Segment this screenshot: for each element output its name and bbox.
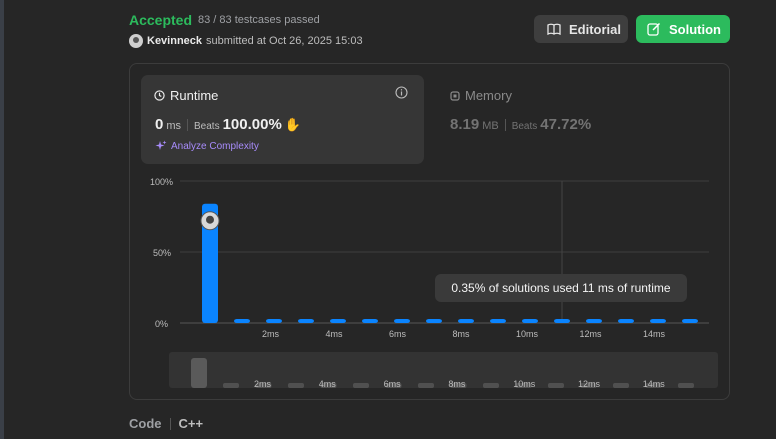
code-row: Code C++ <box>129 416 203 431</box>
scrubber-tick-label: 12ms <box>578 379 601 389</box>
divider <box>504 118 506 131</box>
x-tick-label: 8ms <box>452 329 470 339</box>
left-panel-edge <box>0 0 4 439</box>
memory-beats-value: 47.72% <box>540 116 592 133</box>
x-tick-label: 2ms <box>262 329 280 339</box>
runtime-value: 0 <box>155 116 164 133</box>
runtime-metric: 0 ms Beats 100.00% ✋ <box>155 116 301 133</box>
y-tick-label-50: 50% <box>153 248 172 258</box>
memory-beats-label: Beats <box>511 121 538 132</box>
divider <box>169 417 171 430</box>
analyze-complexity-link[interactable]: Analyze Complexity <box>155 140 259 152</box>
code-label: Code <box>129 416 162 431</box>
submission-status: Accepted <box>129 12 193 28</box>
submitted-at: submitted at Oct 26, 2025 15:03 <box>206 35 363 47</box>
sparkle-icon <box>155 140 167 150</box>
memory-chip-icon <box>450 90 460 101</box>
solution-label: Solution <box>669 21 721 37</box>
x-tick-label: 14ms <box>643 329 666 339</box>
y-tick-label-100: 100% <box>150 177 174 187</box>
editorial-button[interactable]: Editorial <box>534 15 628 43</box>
clock-icon <box>154 90 165 101</box>
runtime-title: Runtime <box>154 88 218 103</box>
author-name[interactable]: Kevinneck <box>147 35 202 47</box>
solution-button[interactable]: Solution <box>636 15 730 43</box>
divider <box>187 118 189 131</box>
info-icon[interactable] <box>395 86 408 99</box>
x-tick-label: 4ms <box>325 329 343 339</box>
scrubber-tick-label: 4ms <box>318 379 336 389</box>
runtime-unit: ms <box>166 120 182 132</box>
scrubber-tick-label: 8ms <box>448 379 466 389</box>
author-avatar[interactable] <box>129 34 143 48</box>
memory-metric: 8.19 MB Beats 47.72% <box>450 116 591 133</box>
editorial-label: Editorial <box>569 21 622 37</box>
clap-icon: ✋ <box>284 117 301 132</box>
runtime-beats-value: 100.00% <box>222 116 282 133</box>
scrubber-tick-label: 6ms <box>383 379 401 389</box>
runtime-title-label: Runtime <box>170 88 219 103</box>
x-tick-label: 6ms <box>389 329 407 339</box>
edit-icon <box>647 22 661 36</box>
memory-value: 8.19 <box>450 116 480 133</box>
memory-title-label: Memory <box>465 88 512 103</box>
code-language[interactable]: C++ <box>179 416 204 431</box>
y-tick-label-0: 0% <box>155 319 169 329</box>
testcases-passed: 83 / 83 testcases passed <box>198 14 320 26</box>
chart-tooltip: 0.35% of solutions used 11 ms of runtime <box>435 274 687 302</box>
scrubber-tick-label: 2ms <box>254 379 272 389</box>
scrubber-tick-label: 14ms <box>642 379 665 389</box>
memory-title[interactable]: Memory <box>450 88 512 103</box>
author-row: Kevinneck submitted at Oct 26, 2025 15:0… <box>129 34 363 48</box>
runtime-beats-label: Beats <box>194 121 220 132</box>
book-icon <box>547 23 561 35</box>
x-tick-label: 10ms <box>516 329 539 339</box>
scrubber-tick-label: 10ms <box>513 379 536 389</box>
analyze-complexity-label: Analyze Complexity <box>171 140 259 152</box>
x-tick-label: 12ms <box>579 329 602 339</box>
memory-unit: MB <box>482 120 499 132</box>
